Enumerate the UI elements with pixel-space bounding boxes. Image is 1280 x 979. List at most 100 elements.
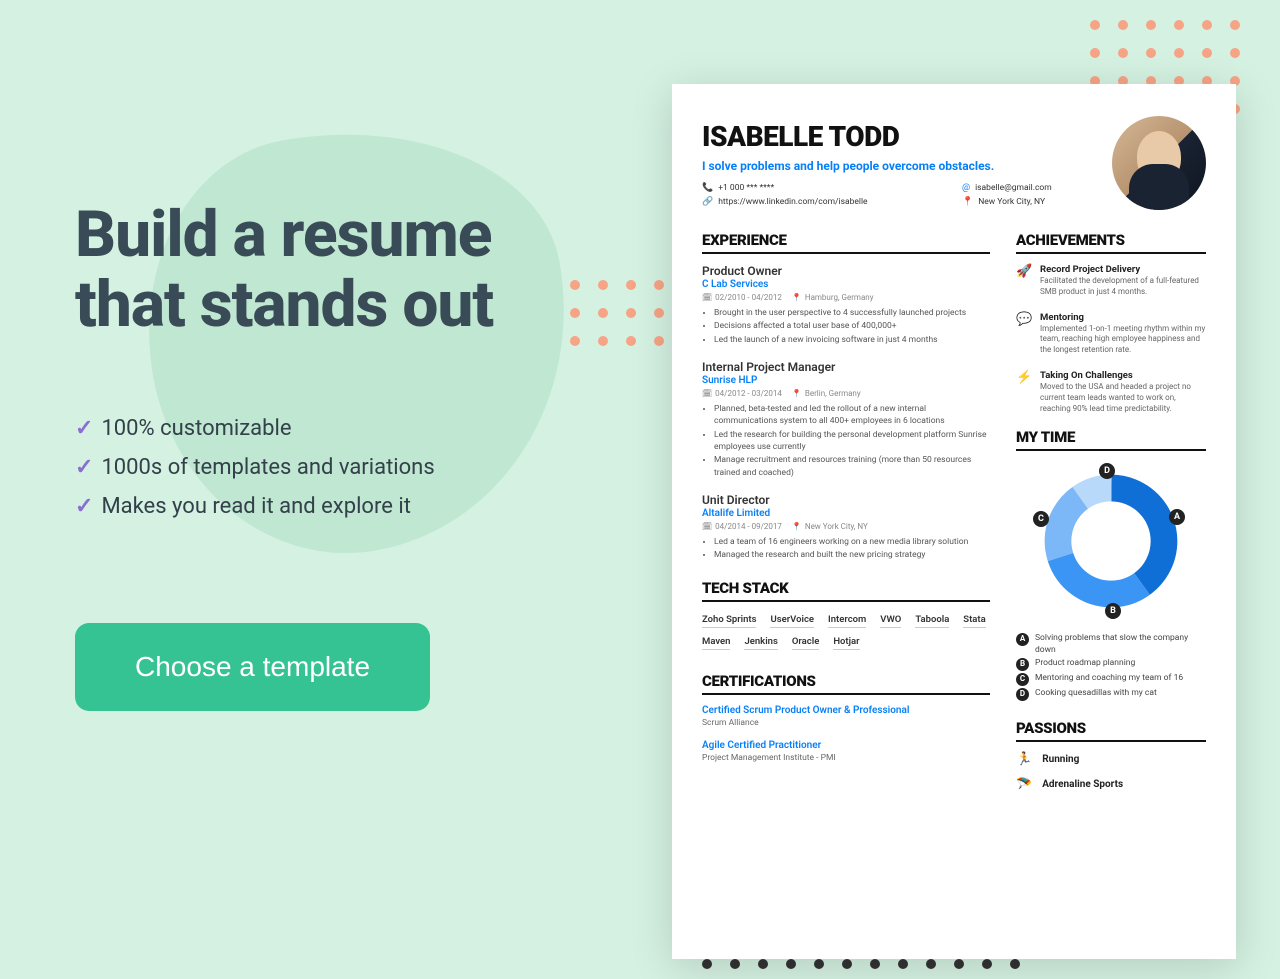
- cert-entry: Certified Scrum Product Owner & Professi…: [702, 705, 990, 728]
- cert-title: Certified Scrum Product Owner & Professi…: [702, 705, 990, 716]
- contact-phone: +1 000 *** ****: [718, 183, 774, 193]
- section-heading-tech: TECH STACK: [702, 579, 990, 602]
- hero-copy: Build a resume that stands out ✓ 100% cus…: [75, 200, 605, 711]
- headline-line-1: Build a resume: [75, 197, 491, 272]
- achievement-icon: 💬: [1016, 312, 1030, 356]
- achievement-desc: Moved to the USA and headed a project no…: [1040, 382, 1206, 414]
- passion-title: Running: [1042, 754, 1079, 765]
- cert-org: Project Management Institute - PMI: [702, 753, 990, 763]
- legend-text: Product roadmap planning: [1035, 658, 1135, 671]
- chart-label-a: A: [1169, 509, 1185, 525]
- cert-title: Agile Certified Practitioner: [702, 740, 990, 751]
- job-bullet: Manage recruitment and resources trainin…: [714, 454, 990, 479]
- legend-item: C Mentoring and coaching my team of 16: [1016, 673, 1206, 686]
- tech-item: Zoho Sprints: [702, 612, 756, 628]
- achievement-desc: Implemented 1-on-1 meeting rhythm within…: [1040, 324, 1206, 356]
- achievement-title: Mentoring: [1040, 312, 1206, 323]
- tech-item: Hotjar: [833, 634, 859, 650]
- resume-preview: ISABELLE TODD I solve problems and help …: [672, 84, 1236, 959]
- pin-icon: 📍: [962, 197, 973, 207]
- checkmark-icon: ✓: [75, 455, 93, 480]
- link-icon: 🔗: [702, 197, 713, 207]
- passion-icon: 🏃: [1016, 752, 1032, 767]
- job-bullet: Decisions affected a total user base of …: [714, 320, 990, 332]
- tech-item: VWO: [880, 612, 901, 628]
- pin-icon: 📍: [792, 522, 802, 531]
- legend-item: ASolving problems that slow the company …: [1016, 633, 1206, 656]
- achievement-icon: 🚀: [1016, 264, 1030, 298]
- tech-item: Taboola: [915, 612, 949, 628]
- legend-badge: D: [1016, 688, 1029, 701]
- feature-text: 1000s of templates and variations: [101, 455, 434, 480]
- section-heading-experience: EXPERIENCE: [702, 231, 990, 254]
- calendar-icon: 🗓: [702, 522, 712, 531]
- cert-org: Scrum Alliance: [702, 718, 990, 728]
- legend-badge: A: [1016, 633, 1029, 646]
- passion-item: 🪂Adrenaline Sports: [1016, 777, 1206, 792]
- email-icon: @: [962, 183, 970, 193]
- job-bullet: Led the research for building the person…: [714, 429, 990, 454]
- job-entry: Internal Project Manager Sunrise HLP 🗓 0…: [702, 360, 990, 479]
- feature-text: 100% customizable: [101, 416, 291, 441]
- tech-item: Oracle: [792, 634, 819, 650]
- pin-icon: 📍: [792, 389, 802, 398]
- tech-item: UserVoice: [770, 612, 814, 628]
- tech-item: Intercom: [828, 612, 866, 628]
- job-company: C Lab Services: [702, 279, 990, 290]
- achievement-entry: 💬 MentoringImplemented 1-on-1 meeting rhy…: [1016, 312, 1206, 356]
- tech-item: Maven: [702, 634, 730, 650]
- legend-text: Mentoring and coaching my team of 16: [1035, 673, 1183, 686]
- achievement-title: Record Project Delivery: [1040, 264, 1206, 275]
- feature-item: ✓Makes you read it and explore it: [75, 494, 605, 519]
- job-title: Internal Project Manager: [702, 360, 990, 374]
- achievement-entry: ⚡Taking On ChallengesMoved to the USA an…: [1016, 370, 1206, 414]
- section-heading-mytime: MY TIME: [1016, 428, 1206, 451]
- feature-item: ✓ 1000s of templates and variations: [75, 455, 605, 480]
- job-bullet: Planned, beta-tested and led the rollout…: [714, 403, 990, 428]
- checkmark-icon: ✓: [75, 494, 93, 519]
- chart-legend: ASolving problems that slow the company …: [1016, 633, 1206, 701]
- resume-left-col: EXPERIENCE Product Owner C Lab Services …: [702, 231, 990, 802]
- pin-icon: 📍: [792, 293, 802, 302]
- contact-email: isabelle@gmail.com: [975, 183, 1052, 193]
- legend-badge: B: [1016, 658, 1029, 671]
- calendar-icon: 🗓: [702, 389, 712, 398]
- job-bullet: Managed the research and built the new p…: [714, 549, 990, 561]
- resume-right-col: ACHIEVEMENTS 🚀 Record Project DeliveryFac…: [1016, 231, 1206, 802]
- section-heading-certs: CERTIFICATIONS: [702, 672, 990, 695]
- checkmark-icon: ✓: [75, 416, 93, 441]
- passion-title: Adrenaline Sports: [1042, 779, 1123, 790]
- job-entry: Product Owner C Lab Services 🗓 02/2010 -…: [702, 264, 990, 346]
- legend-badge: C: [1016, 673, 1029, 686]
- job-bullet: Brought in the user perspective to 4 suc…: [714, 307, 990, 319]
- job-entry: Unit Director Altalife Limited 🗓 04/2014…: [702, 493, 990, 562]
- job-company: Sunrise HLP: [702, 375, 990, 386]
- legend-item: D Cooking quesadillas with my cat: [1016, 688, 1206, 701]
- contact-linkedin: https://www.linkedin.com/com/isabelle: [718, 197, 867, 207]
- tech-stack-list: Zoho Sprints UserVoice Intercom VWO Taboola S…: [702, 612, 990, 650]
- job-company: Altalife Limited: [702, 508, 990, 519]
- passion-item: 🏃 Running: [1016, 752, 1206, 767]
- section-heading-passions: PASSIONS: [1016, 719, 1206, 742]
- chart-label-b: B: [1105, 603, 1121, 619]
- headline: Build a resume that stands out: [75, 200, 605, 341]
- job-meta: 🗓 02/2010 - 04/2012📍 Hamburg, Germany: [702, 293, 990, 302]
- achievement-desc: Facilitated the development of a full-fe…: [1040, 276, 1206, 298]
- legend-text: Cooking quesadillas with my cat: [1035, 688, 1157, 701]
- job-meta: 🗓 04/2014 - 09/2017📍 New York City, NY: [702, 522, 990, 531]
- job-meta: 🗓 04/2012 - 03/2014📍 Berlin, Germany: [702, 389, 990, 398]
- section-heading-achievements: ACHIEVEMENTS: [1016, 231, 1206, 254]
- phone-icon: 📞: [702, 183, 713, 193]
- job-bullet: Led the launch of a new invoicing softwa…: [714, 334, 990, 346]
- calendar-icon: 🗓: [702, 293, 712, 302]
- legend-item: B Product roadmap planning: [1016, 658, 1206, 671]
- avatar: [1112, 116, 1206, 210]
- tech-item: Stata: [963, 612, 985, 628]
- job-bullet: Led a team of 16 engineers working on a …: [714, 536, 990, 548]
- tech-item: Jenkins: [744, 634, 777, 650]
- cert-entry: Agile Certified Practitioner Project Mana…: [702, 740, 990, 763]
- job-title: Product Owner: [702, 264, 990, 278]
- feature-list: ✓ 100% customizable ✓ 1000s of templates a…: [75, 416, 605, 519]
- choose-template-button[interactable]: Choose a template: [75, 623, 430, 711]
- headline-line-2: that stands out: [75, 267, 493, 342]
